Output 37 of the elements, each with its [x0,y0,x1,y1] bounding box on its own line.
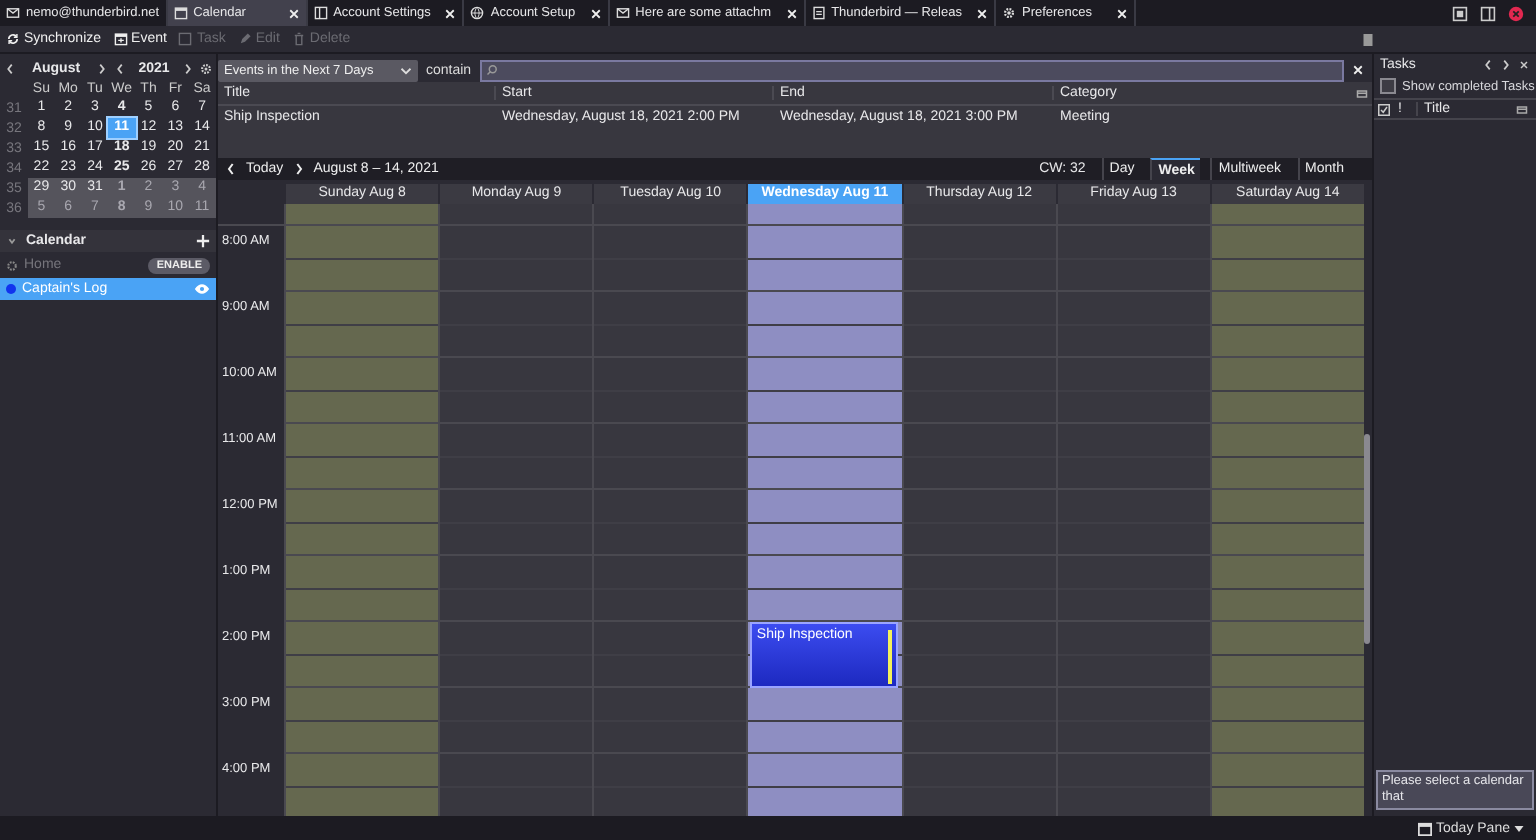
caret-icon[interactable] [6,234,18,248]
gear-icon [1001,6,1016,20]
chevron-left-icon[interactable] [4,61,16,75]
gear-icon [6,259,18,271]
column-picker-icon[interactable] [1516,103,1528,115]
globe-icon [470,6,485,20]
calendar-icon [173,6,188,20]
chevron-right-icon[interactable] [96,61,108,75]
column-picker-icon[interactable] [1356,87,1368,99]
trash-icon [291,32,306,46]
sidebar-toggle-icon[interactable] [1362,31,1374,47]
plus-icon[interactable] [196,234,210,248]
search-icon [485,64,498,76]
scrollbar-thumb[interactable] [1363,434,1370,644]
calendar-icon [1418,821,1433,835]
envelope-icon [6,6,20,20]
chevron-left-icon[interactable] [1482,57,1494,71]
close-icon[interactable] [1518,57,1530,71]
window-icon[interactable] [1452,5,1468,21]
checkbox-column-icon[interactable] [1378,103,1390,115]
calendar-icon [113,32,128,46]
chevron-right-icon[interactable] [182,61,194,75]
eye-icon[interactable] [194,284,210,294]
task-icon [178,32,193,46]
pencil-icon [237,32,252,46]
envelope-icon [615,6,630,20]
caret-icon [1514,825,1524,831]
window-icon [313,6,328,20]
search-field[interactable] [479,59,1344,81]
chevron-left-icon[interactable] [114,61,126,75]
panel-icon[interactable] [1480,5,1496,21]
sync-icon [6,32,20,46]
document-icon [811,6,826,20]
chevron-right-icon[interactable] [1500,57,1512,71]
caret-icon [400,65,412,75]
gear-icon[interactable] [200,61,212,75]
checkbox[interactable] [1380,78,1396,94]
